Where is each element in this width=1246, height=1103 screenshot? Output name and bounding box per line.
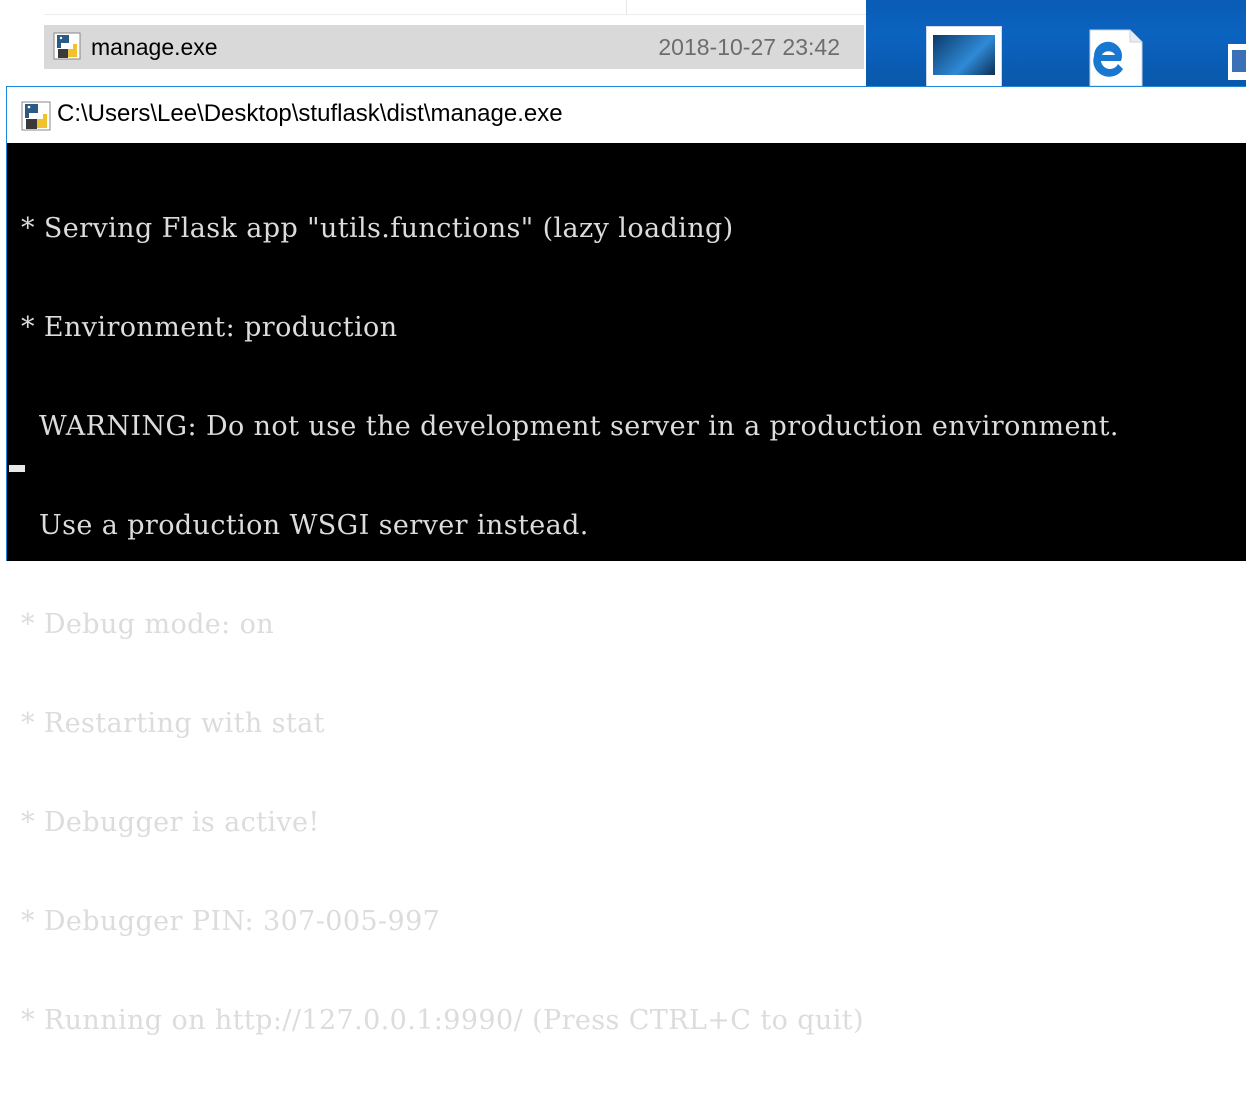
console-titlebar[interactable]: C:\Users\Lee\Desktop\stuflask\dist\manag… xyxy=(7,87,1246,143)
window-title: C:\Users\Lee\Desktop\stuflask\dist\manag… xyxy=(57,100,563,127)
file-explorer: manage.exe 2018-10-27 23:42 xyxy=(0,0,866,86)
console-line: * Running on http://127.0.0.1:9990/ (Pre… xyxy=(21,1005,864,1036)
python-exe-icon xyxy=(21,101,51,131)
console-line: * Restarting with stat xyxy=(21,708,325,739)
desktop-background xyxy=(866,0,1246,88)
console-line: Use a production WSGI server instead. xyxy=(21,510,589,541)
file-list-previous-row[interactable] xyxy=(44,0,866,15)
text-cursor xyxy=(9,465,25,472)
thumbnail-image xyxy=(933,35,995,75)
console-line: * Debugger is active! xyxy=(21,807,320,838)
edge-icon[interactable] xyxy=(1084,26,1148,86)
console-line: * Debug mode: on xyxy=(21,609,275,640)
file-list-item-manage-exe[interactable]: manage.exe 2018-10-27 23:42 xyxy=(44,25,864,69)
file-modified-date: 2018-10-27 23:42 xyxy=(658,34,840,60)
column-separator xyxy=(626,0,627,14)
console-output[interactable]: * Serving Flask app "utils.functions" (l… xyxy=(7,143,1246,1036)
console-line: * Environment: production xyxy=(21,312,398,343)
file-name: manage.exe xyxy=(91,34,218,60)
console-line: WARNING: Do not use the development serv… xyxy=(21,411,1119,442)
console-line: * Debugger PIN: 307-005-997 xyxy=(21,906,441,937)
document-thumbnail-icon[interactable] xyxy=(926,26,1002,88)
console-lines: * Serving Flask app "utils.functions" (l… xyxy=(21,146,1119,1103)
console-window[interactable]: C:\Users\Lee\Desktop\stuflask\dist\manag… xyxy=(6,86,1246,1036)
partial-desktop-icon[interactable] xyxy=(1224,26,1246,86)
console-line: * Serving Flask app "utils.functions" (l… xyxy=(21,213,734,244)
python-exe-icon xyxy=(53,32,81,60)
